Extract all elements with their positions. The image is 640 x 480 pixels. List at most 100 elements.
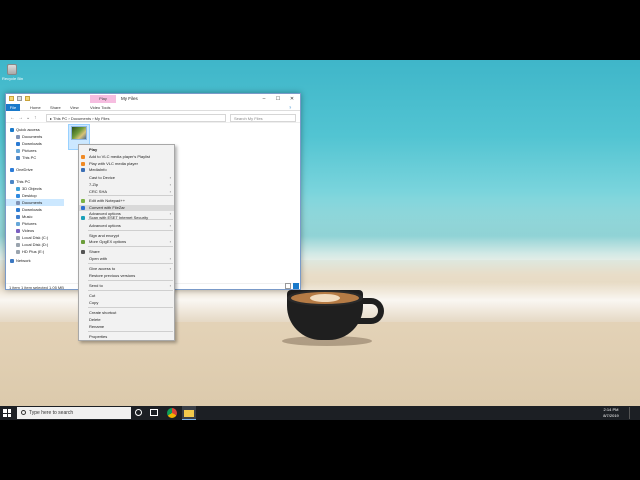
sidebar-item-label: Quick access (16, 127, 40, 132)
menu-item[interactable]: Open with › (79, 256, 174, 262)
menu-item[interactable]: Create shortcut (79, 310, 174, 316)
sidebar-item[interactable]: 3D Objects (6, 185, 64, 192)
up-icon[interactable]: ↑ (34, 114, 37, 122)
notifications-icon[interactable] (629, 407, 638, 419)
minimize-button[interactable]: – (258, 95, 270, 103)
chrome-icon[interactable] (167, 408, 177, 418)
sidebar-item[interactable]: Downloads (6, 206, 64, 213)
sidebar-item[interactable]: Desktop (6, 192, 64, 199)
sidebar-item[interactable]: Documents (6, 133, 64, 140)
menu-item[interactable]: More GpgEX options › (79, 239, 174, 245)
system-clock[interactable]: 2:14 PM 8/7/2019 (596, 407, 626, 419)
desktop-icon-label: Recycle Bin (2, 76, 24, 81)
cortana-icon[interactable] (135, 409, 142, 416)
start-button[interactable] (3, 409, 11, 417)
menu-item[interactable]: Give access to › (79, 266, 174, 272)
sidebar-item[interactable]: This PC (6, 178, 64, 185)
submenu-arrow-icon: › (169, 283, 171, 288)
sidebar-item[interactable]: Pictures (6, 220, 64, 227)
taskbar-search[interactable]: Type here to search (17, 407, 131, 419)
menu-item-label: CRC SHA (89, 189, 108, 194)
tab-file[interactable]: File (6, 104, 20, 111)
sidebar-item[interactable]: Local Disk (D:) (6, 241, 64, 248)
menu-separator (88, 331, 173, 332)
desktop-icon-recycle-bin[interactable]: Recycle Bin (2, 64, 24, 81)
menu-item[interactable]: Cast to Device › (79, 175, 174, 181)
quick-access-properties-icon[interactable] (17, 96, 22, 101)
submenu-arrow-icon: › (169, 175, 171, 180)
menu-item[interactable]: Play (79, 147, 174, 153)
menu-item[interactable]: Scan with ESET Internet Security (79, 215, 174, 221)
sidebar-item[interactable]: Music (6, 213, 64, 220)
back-icon[interactable]: ← (10, 114, 15, 122)
sidebar-item[interactable]: Local Disk (C:) (6, 234, 64, 241)
menu-item[interactable]: Share (79, 249, 174, 255)
menu-item[interactable]: Properties (79, 334, 174, 340)
new-folder-icon[interactable] (25, 96, 30, 101)
menu-item-label: Sign and encrypt (89, 233, 120, 238)
tab-home[interactable]: Home (30, 104, 41, 111)
contextual-tab-header[interactable]: Play (90, 95, 116, 103)
video-file-thumbnail[interactable] (71, 126, 87, 140)
folder-icon (16, 242, 20, 247)
sidebar-item[interactable]: HD Plus (E:) (6, 248, 64, 255)
recent-locations-icon[interactable]: ⌄ (26, 114, 30, 122)
forward-icon[interactable]: → (18, 114, 23, 122)
help-icon[interactable]: ? (289, 104, 291, 111)
sidebar-item[interactable]: Documents (6, 199, 64, 206)
address-bar[interactable]: ▸ This PC › Documents › My Files (46, 114, 226, 122)
folder-icon (10, 179, 14, 184)
tab-video-tools[interactable]: Video Tools (90, 104, 111, 111)
title-bar[interactable]: Play My Files – ☐ ✕ (6, 94, 300, 104)
folder-icon (16, 249, 20, 254)
close-button[interactable]: ✕ (286, 95, 298, 103)
large-icons-view-icon[interactable] (293, 283, 299, 289)
menu-item-icon (81, 206, 85, 210)
folder-icon (16, 186, 20, 191)
menu-item[interactable]: Cut (79, 293, 174, 299)
tab-view[interactable]: View (70, 104, 79, 111)
sidebar-item-label: Music (22, 214, 33, 219)
screen: Recycle Bin Play My Files – ☐ ✕ File Hom… (0, 0, 640, 480)
sidebar-item[interactable]: Pictures (6, 147, 64, 154)
menu-item[interactable]: Advanced options › (79, 223, 174, 229)
navigation-pane: Quick access Documents Downloads Pictures Th… (6, 124, 64, 282)
menu-item-label: Cut (89, 293, 96, 298)
task-view-icon[interactable] (150, 409, 158, 416)
sidebar-item[interactable]: This PC (6, 154, 64, 161)
menu-item-label: Copy (89, 300, 99, 305)
sidebar-item[interactable]: Downloads (6, 140, 64, 147)
sidebar-item[interactable]: OneDrive (6, 166, 64, 173)
sidebar-item[interactable]: Videos (6, 227, 64, 234)
menu-separator (88, 263, 173, 264)
menu-item[interactable]: Edit with Notepad++ (79, 198, 174, 204)
folder-icon (10, 258, 14, 263)
menu-item[interactable]: Delete (79, 317, 174, 323)
menu-item[interactable]: Add to VLC media player's Playlist (79, 154, 174, 160)
menu-item[interactable]: 7-Zip › (79, 182, 174, 188)
sidebar-item-label: Videos (22, 228, 35, 233)
maximize-button[interactable]: ☐ (272, 95, 284, 103)
details-view-icon[interactable] (285, 283, 291, 289)
search-input[interactable]: Search My Files (230, 114, 296, 122)
sidebar-item-label: OneDrive (16, 167, 33, 172)
menu-item-label: Advanced options (89, 223, 121, 228)
tab-share[interactable]: Share (50, 104, 61, 111)
menu-item[interactable]: Rename (79, 324, 174, 330)
sidebar-item[interactable]: Quick access (6, 126, 64, 133)
breadcrumb-this-pc[interactable]: This PC (53, 116, 67, 121)
menu-separator (88, 290, 173, 291)
menu-item-label: Give access to (89, 266, 116, 271)
menu-item[interactable]: Send to › (79, 283, 174, 289)
sidebar-item-label: 3D Objects (22, 186, 42, 191)
menu-item-label: Convert with FileZar (89, 205, 125, 210)
sidebar-item[interactable]: Network (6, 257, 64, 264)
menu-item[interactable]: Copy (79, 300, 174, 306)
menu-item[interactable]: Restore previous versions (79, 273, 174, 279)
breadcrumb-my-files[interactable]: My Files (95, 116, 110, 121)
search-icon (21, 410, 26, 415)
menu-item[interactable]: CRC SHA › (79, 189, 174, 195)
menu-item[interactable]: MediaInfo (79, 167, 174, 173)
breadcrumb-documents[interactable]: Documents (71, 116, 91, 121)
sidebar-item-label: Pictures (22, 148, 37, 153)
